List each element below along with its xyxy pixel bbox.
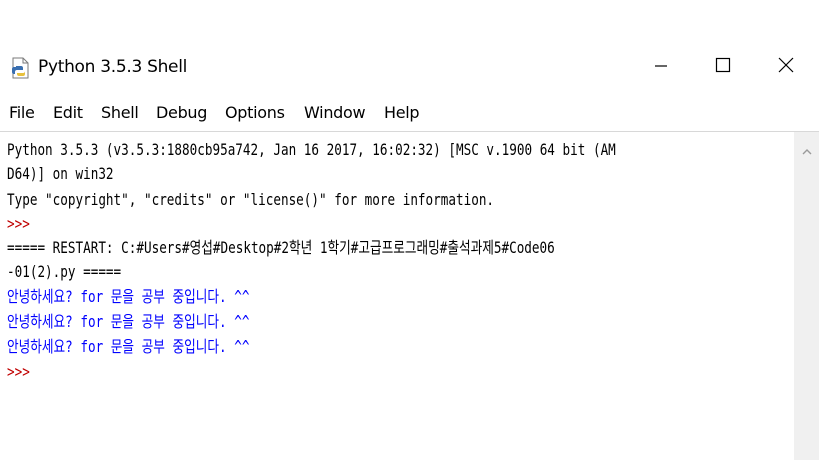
vertical-scrollbar[interactable] (794, 132, 819, 460)
menu-window[interactable]: Window (304, 103, 366, 122)
window-title: Python 3.5.3 Shell (38, 57, 188, 77)
shell-line: -01(2).py ===== (7, 262, 122, 281)
menu-edit[interactable]: Edit (53, 103, 83, 122)
shell-output: 안녕하세요? for 문을 공부 중입니다. ^^ (7, 337, 250, 356)
maximize-icon (715, 57, 731, 77)
shell-text-area[interactable]: Python 3.5.3 (v3.5.3:1880cb95a742, Jan 1… (0, 132, 794, 460)
shell-line: ===== RESTART: C:#Users#영섭#Desktop#2학년 1… (7, 238, 555, 257)
menu-file[interactable]: File (9, 103, 35, 122)
close-icon (778, 57, 794, 77)
minimize-icon (654, 58, 668, 77)
menu-shell[interactable]: Shell (101, 103, 139, 122)
python-file-icon (9, 56, 33, 80)
maximize-button[interactable] (694, 44, 752, 90)
close-button[interactable] (757, 44, 815, 90)
menu-help[interactable]: Help (384, 103, 420, 122)
menu-bar: File Edit Shell Debug Options Window Hel… (0, 100, 819, 130)
shell-line: Type "copyright", "credits" or "license(… (7, 190, 495, 209)
shell-prompt: >>> (7, 214, 38, 233)
chevron-up-icon (801, 142, 813, 158)
scroll-up-button[interactable] (794, 142, 819, 158)
minimize-button[interactable] (632, 44, 690, 90)
top-margin (0, 0, 819, 44)
shell-output: 안녕하세요? for 문을 공부 중입니다. ^^ (7, 287, 250, 306)
shell-line: Python 3.5.3 (v3.5.3:1880cb95a742, Jan 1… (7, 140, 616, 159)
title-bar[interactable]: Python 3.5.3 Shell (0, 44, 819, 90)
shell-prompt: >>> (7, 362, 38, 381)
shell-line: D64)] on win32 (7, 164, 114, 183)
menu-options[interactable]: Options (225, 103, 285, 122)
shell-output: 안녕하세요? for 문을 공부 중입니다. ^^ (7, 312, 250, 331)
menu-debug[interactable]: Debug (156, 103, 207, 122)
